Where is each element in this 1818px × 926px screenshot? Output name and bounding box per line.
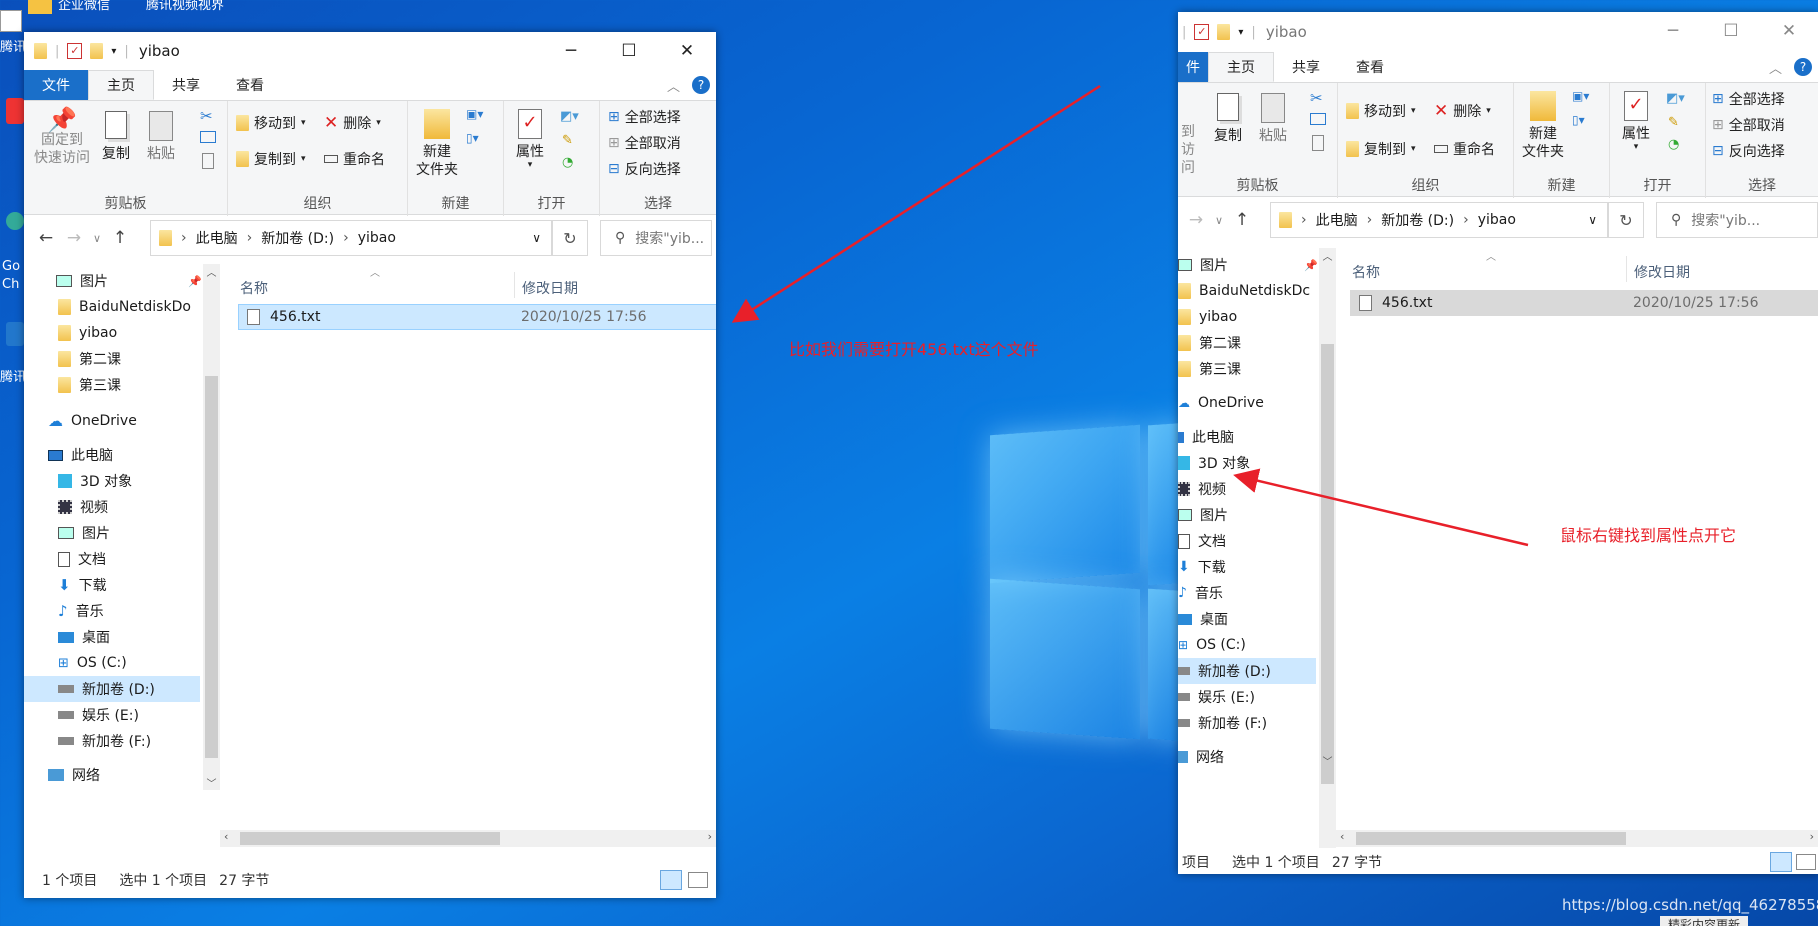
annotation-arrows: [731, 84, 1529, 547]
arrow-to-file: [731, 84, 1101, 323]
annotation-open-file: 比如我们需要打开456.txt这个文件: [789, 340, 1039, 359]
arrow-to-this-pc: [1233, 468, 1529, 547]
annotation-right-click-properties: 鼠标右键找到属性点开它: [1560, 526, 1737, 545]
